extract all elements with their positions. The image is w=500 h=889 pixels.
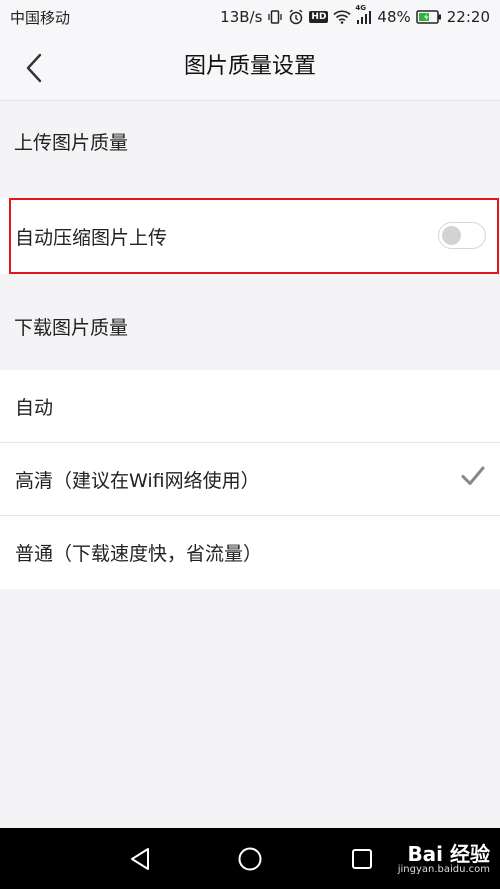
battery-percent: 48% xyxy=(377,8,411,26)
hd-icon: HD xyxy=(309,11,329,23)
toggle-knob xyxy=(442,226,461,245)
quality-option-auto[interactable]: 自动 xyxy=(0,370,500,443)
back-button[interactable] xyxy=(14,48,54,88)
nav-recent-button[interactable] xyxy=(348,845,376,873)
nav-home-button[interactable] xyxy=(236,845,264,873)
system-nav-bar: Bai 经验 jingyan.baidu.com xyxy=(0,828,500,889)
circle-home-icon xyxy=(238,847,262,871)
signal-icon: 4G xyxy=(355,4,372,24)
auto-compress-row[interactable]: 自动压缩图片上传 xyxy=(0,198,500,274)
chevron-left-icon xyxy=(26,53,42,83)
alarm-icon xyxy=(288,9,304,25)
page-title: 图片质量设置 xyxy=(183,54,316,79)
watermark-url: jingyan.baidu.com xyxy=(397,864,490,875)
quality-option-hd[interactable]: 高清（建议在Wifi网络使用） xyxy=(0,443,500,516)
carrier-label: 中国移动 xyxy=(10,8,71,27)
checkmark-icon xyxy=(460,463,486,494)
network-speed: 13B/s xyxy=(220,8,263,26)
upload-section-title: 上传图片质量 xyxy=(0,105,500,181)
status-bar: 中国移动 13B/s HD 4G 48% 22:20 xyxy=(0,0,500,34)
wifi-icon xyxy=(333,10,351,24)
option-label: 自动 xyxy=(15,397,54,419)
option-label: 普通（下载速度快，省流量） xyxy=(15,543,263,565)
auto-compress-toggle[interactable] xyxy=(438,222,486,249)
nav-back-button[interactable] xyxy=(126,845,154,873)
vibrate-icon xyxy=(267,9,283,25)
app-header: 图片质量设置 xyxy=(0,34,500,101)
screen: 中国移动 13B/s HD 4G 48% 22:20 图片质量设置 上传图片质量… xyxy=(0,0,500,889)
square-recent-icon xyxy=(352,849,372,869)
option-label: 高清（建议在Wifi网络使用） xyxy=(15,470,260,492)
watermark-logo: Bai 经验 xyxy=(407,842,490,866)
auto-compress-label: 自动压缩图片上传 xyxy=(15,226,168,249)
battery-icon xyxy=(416,10,442,24)
network-type: 4G xyxy=(355,4,367,12)
download-section-title: 下载图片质量 xyxy=(0,290,500,366)
triangle-back-icon xyxy=(131,848,149,870)
status-icons: 13B/s HD 4G 48% 22:20 xyxy=(220,4,490,26)
quality-option-normal[interactable]: 普通（下载速度快，省流量） xyxy=(0,516,500,589)
clock: 22:20 xyxy=(446,8,490,26)
